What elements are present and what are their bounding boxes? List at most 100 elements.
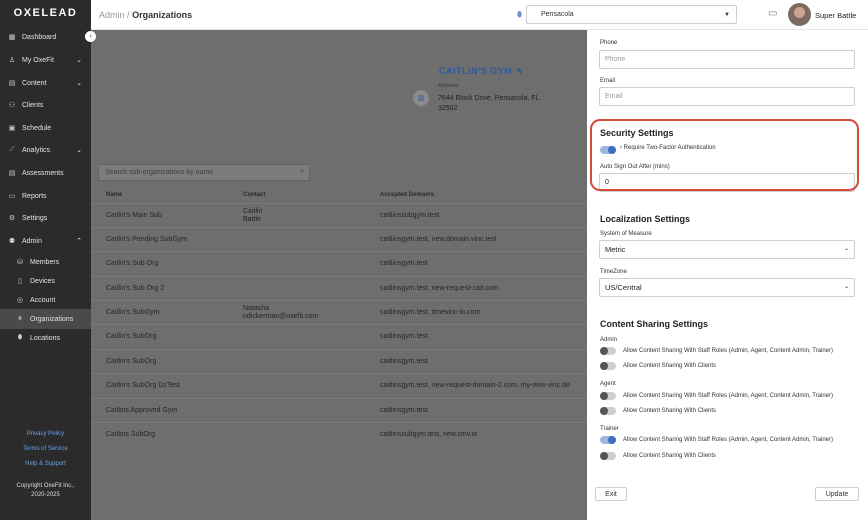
row-domains: caitlinsgym.test [380,358,428,365]
row-name: Caitlin's Main Sub [106,212,162,219]
organization-settings-panel: Phone Phone Email Email Security Setting… [587,30,868,520]
table-row[interactable]: Caitlin's SubGym Natasha ndickerman@oxefi… [91,300,588,324]
agent-clients-sharing-label: Allow Content Sharing With Clients [623,408,717,414]
trainer-clients-sharing-label: Allow Content Sharing With Clients [623,453,717,459]
table-row[interactable]: Caitlin's SubOrg DzTest caitlinsgym.test… [91,373,588,397]
admin-clients-sharing-toggle[interactable] [600,362,616,370]
row-name: Caitlin's Pending SubGym [106,236,188,243]
building-icon: ▥ [413,90,429,106]
device-icon: ▯ [18,278,22,285]
group-agent-label: Agent [600,381,616,387]
admin-staff-sharing-toggle[interactable] [600,347,616,355]
row-name: Caitlin's SubOrg DzTest [106,382,180,389]
row-domains: caitlinsgym.test, new-request-domain-2.c… [380,382,570,389]
auto-signout-label: Auto Sign Out After (mins) [600,164,670,170]
sidebar-item-label: My OxeFit [22,56,54,64]
two-factor-label-text: Require Two-Factor Authentication [623,145,716,151]
email-label: Email [600,78,616,84]
sidebar-item-schedule[interactable]: ▣ Schedule [0,118,91,138]
system-of-measure-select[interactable]: Metric ⌄ [599,240,855,259]
column-header-contact[interactable]: Contact [243,192,265,198]
sidebar-item-account[interactable]: ◎ Account [0,290,91,310]
location-value: Pensacola [541,11,574,18]
auto-signout-value: 0 [605,179,609,186]
sidebar-item-analytics[interactable]: ⟋ Analytics ⌄ [0,140,91,160]
members-icon: ⛁ [17,259,23,266]
privacy-policy-link[interactable]: Privacy Policy [0,431,91,437]
agent-staff-sharing-label: Allow Content Sharing With Staff Roles (… [623,393,833,399]
timezone-select[interactable]: US/Central ⌄ [599,278,855,297]
timezone-value: US/Central [605,283,642,292]
two-factor-toggle[interactable] [600,146,616,154]
gear-icon: ⚙ [8,215,16,222]
exit-button[interactable]: Exit [595,487,627,501]
sidebar-item-label: Assessments [22,169,64,177]
phone-field[interactable]: Phone [599,50,855,69]
sidebar-item-organizations[interactable]: ⚘ Organizations [0,309,91,329]
sidebar-item-devices[interactable]: ▯ Devices [0,271,91,291]
row-name: Caitlin's SubOrg [106,333,157,340]
table-row[interactable]: Caitlin's SubOrg caitlinsgym.test [91,349,588,373]
location-pin-icon: ⬮ [517,9,523,19]
column-header-domains[interactable]: Accepted Domains [380,192,434,198]
group-trainer-label: Trainer [600,426,619,432]
timezone-label: TimeZone [600,269,627,275]
chevron-down-icon: ▼ [724,11,730,18]
table-row[interactable]: Caitlins SubOrg caitlinssubgym.test, new… [91,422,588,446]
trainer-clients-sharing-toggle[interactable] [600,452,616,460]
sidebar-item-assessments[interactable]: ▤ Assessments [0,163,91,183]
update-button[interactable]: Update [815,487,859,501]
copyright-line-1: Copyright OxeFit Inc., [16,483,75,489]
table-row[interactable]: Caitlin's Sub Org caitlinsgym.test [91,251,588,275]
help-support-link[interactable]: Help & Support [0,461,91,467]
group-admin-label: Admin [600,337,618,343]
agent-staff-sharing-toggle[interactable] [600,392,616,400]
organization-name-text: CAITLIN'S GYM [439,66,513,76]
edit-icon[interactable]: ✎ [516,67,523,76]
user-name[interactable]: Super Battle [815,11,856,20]
breadcrumb-admin[interactable]: Admin [99,10,125,20]
avatar[interactable] [788,3,811,26]
sidebar-item-clients[interactable]: ⚇ Clients [0,95,91,115]
address-label: Address [438,83,459,89]
collapse-sidebar-button[interactable]: ‹ [85,31,96,42]
organization-name: CAITLIN'S GYM ✎ [439,66,523,76]
table-row[interactable]: Caitlin's Sub Org 2 caitlinsgym.test, ne… [91,276,588,300]
email-field[interactable]: Email [599,87,855,106]
row-name: Caitlins SubOrg [106,431,156,438]
row-domains: caitlinsgym.test, timevinc-io.com [380,309,481,316]
sub-org-search-input[interactable]: Search sub-organizations by name ⌕ [98,164,310,181]
sidebar-item-admin[interactable]: ⚉ Admin ⌃ [0,231,91,251]
auto-signout-field[interactable]: 0 [599,173,855,192]
sidebar-item-content[interactable]: ▤ Content ⌄ [0,73,91,93]
sidebar-item-label: Schedule [22,124,52,132]
column-header-name[interactable]: Name [106,192,122,198]
sidebar: OXELEAD ▦ Dashboard ♙ My OxeFit ⌄ ▤ Cont… [0,0,91,520]
sidebar-item-reports[interactable]: ▭ Reports [0,186,91,206]
sidebar-item-settings[interactable]: ⚙ Settings [0,208,91,228]
sidebar-item-members[interactable]: ⛁ Members [0,252,91,272]
sidebar-item-label: Reports [22,192,47,200]
agent-clients-sharing-toggle[interactable] [600,407,616,415]
table-row[interactable]: Caitlins Approved Gym caitlinsgym.test [91,398,588,422]
organization-address: 7644 Block Drive, Pensacola, FL 32502 [438,95,540,112]
trainer-staff-sharing-toggle[interactable] [600,436,616,444]
sidebar-item-label: Content [22,79,47,87]
row-name: Caitlin's Sub Org 2 [106,285,165,292]
terms-of-service-link[interactable]: Terms of Service [0,446,91,452]
sidebar-item-my-oxefit[interactable]: ♙ My OxeFit ⌄ [0,50,91,70]
row-domains: caitlinssubgym.test [380,212,440,219]
chevron-up-icon: ⌃ [76,238,82,245]
row-domains: caitlinsgym.test, new.domain.vinc.test [380,236,497,243]
chevron-down-icon: ⌄ [76,147,82,154]
table-row[interactable]: Caitlin's Main Sub Caitlin Battle caitlin… [91,203,588,227]
row-name: Caitlin's Sub Org [106,260,159,267]
chat-icon[interactable]: ▭ [768,8,777,19]
clipboard-icon: ▤ [8,170,16,177]
search-icon: ⌕ [300,168,304,175]
table-row[interactable]: Caitlin's SubOrg caitlinsgym.test [91,324,588,348]
table-row[interactable]: Caitlin's Pending SubGym caitlinsgym.tes… [91,227,588,251]
sidebar-item-dashboard[interactable]: ▦ Dashboard [0,27,91,47]
sidebar-item-locations[interactable]: ⬮ Locations [0,328,91,348]
location-select[interactable]: ⬮ Pensacola ▼ [517,5,737,24]
